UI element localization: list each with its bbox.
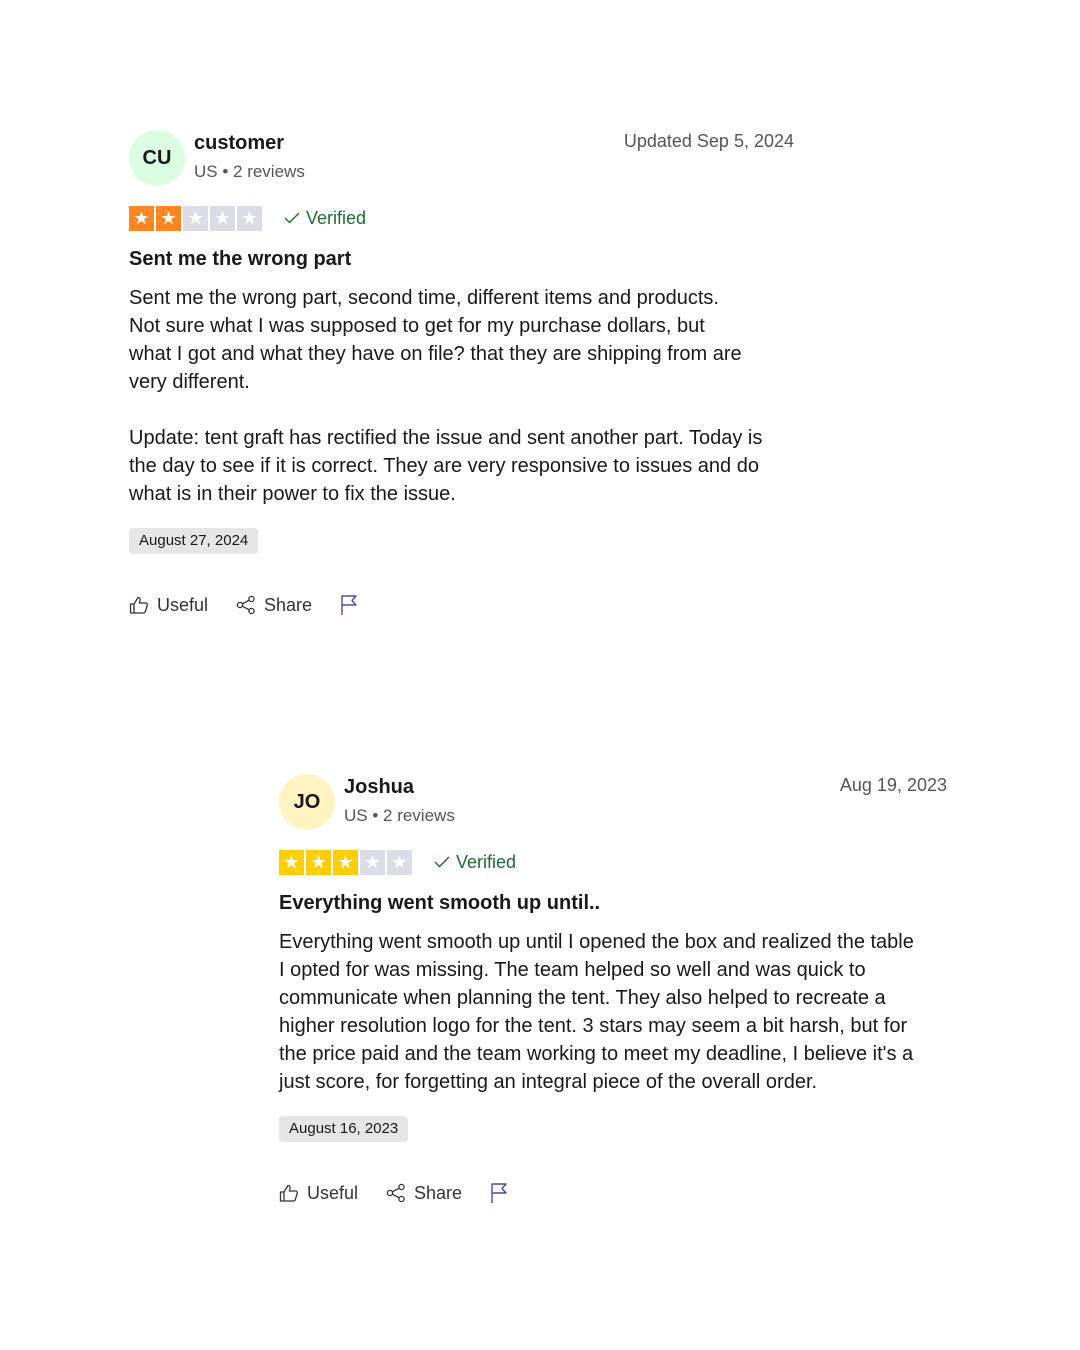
verified-label: Verified (306, 207, 367, 228)
flag-icon (491, 1183, 507, 1203)
share-button[interactable]: Share (386, 1183, 462, 1204)
review-header: JO Joshua US • 2 reviews Aug 19, 2023 (279, 774, 947, 830)
check-icon (284, 212, 300, 224)
useful-label: Useful (307, 1182, 359, 1203)
review-actions: Useful Share (129, 591, 794, 619)
avatar[interactable]: JO (279, 774, 335, 830)
star-icon: ★ (156, 205, 181, 231)
useful-button[interactable]: Useful (129, 595, 208, 616)
reviewer-name[interactable]: Joshua (344, 776, 414, 799)
review-body: Sent me the wrong part, second time, dif… (129, 287, 763, 505)
star-icon: ★ (210, 205, 235, 231)
star-rating: ★ ★ ★ ★ ★ (129, 205, 262, 231)
review-card: CU customer US • 2 reviews Updated Sep 5… (129, 130, 794, 619)
report-button[interactable] (490, 1182, 508, 1204)
avatar-initials: CU (142, 146, 172, 169)
reviewer-meta: US • 2 reviews (344, 806, 455, 825)
useful-label: Useful (157, 594, 209, 615)
share-button[interactable]: Share (236, 595, 312, 616)
reviewer-meta: US • 2 reviews (194, 162, 305, 181)
star-icon: ★ (360, 849, 385, 875)
review-header: CU customer US • 2 reviews Updated Sep 5… (129, 130, 794, 186)
share-icon (386, 1183, 405, 1203)
experience-date: August 16, 2023 (279, 1116, 409, 1142)
share-icon (236, 595, 255, 615)
verified-badge[interactable]: Verified (434, 852, 516, 873)
avatar[interactable]: CU (129, 130, 185, 186)
star-icon: ★ (306, 849, 331, 875)
report-button[interactable] (340, 594, 358, 616)
star-icon: ★ (237, 205, 262, 231)
share-label: Share (264, 594, 313, 615)
experience-date: August 27, 2024 (129, 528, 259, 554)
thumbs-up-icon (129, 596, 148, 614)
review-actions: Useful Share (279, 1179, 947, 1207)
review-date: Updated Sep 5, 2024 (623, 131, 794, 151)
avatar-initials: JO (293, 790, 321, 813)
star-icon: ★ (129, 205, 154, 231)
review-title[interactable]: Everything went smooth up until.. (279, 888, 947, 918)
reviewer-name[interactable]: customer (194, 132, 284, 155)
review-date: Aug 19, 2023 (839, 775, 947, 795)
star-icon: ★ (183, 205, 208, 231)
flag-icon (341, 595, 357, 615)
star-icon: ★ (279, 849, 304, 875)
rating-row: ★ ★ ★ ★ ★ Verified (129, 204, 794, 232)
verified-badge[interactable]: Verified (284, 208, 366, 229)
useful-button[interactable]: Useful (279, 1183, 358, 1204)
thumbs-up-icon (279, 1184, 298, 1202)
rating-row: ★ ★ ★ ★ ★ Verified (279, 848, 947, 876)
verified-label: Verified (456, 851, 517, 872)
check-icon (434, 856, 450, 868)
review-card: JO Joshua US • 2 reviews Aug 19, 2023 ★ ★… (279, 774, 947, 1207)
share-label: Share (414, 1182, 463, 1203)
star-icon: ★ (387, 849, 412, 875)
star-rating: ★ ★ ★ ★ ★ (279, 849, 412, 875)
review-body: Everything went smooth up until I opened… (279, 931, 914, 1093)
star-icon: ★ (333, 849, 358, 875)
review-title[interactable]: Sent me the wrong part (129, 244, 794, 274)
